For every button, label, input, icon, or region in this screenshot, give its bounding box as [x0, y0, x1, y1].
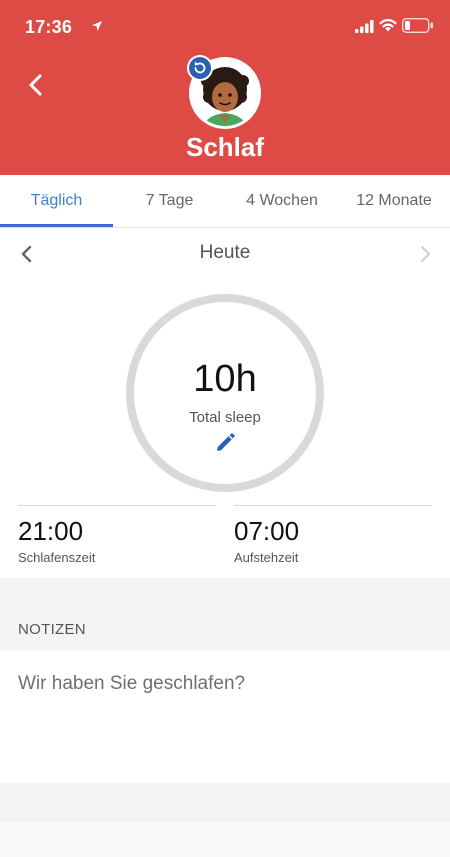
page-title: Schlaf — [185, 132, 265, 162]
sync-icon — [189, 57, 211, 79]
bedtime-stat[interactable]: 21:00 Schlafenszeit — [18, 505, 216, 571]
tab-7-days[interactable]: 7 Tage — [113, 175, 226, 227]
back-chevron-icon[interactable] — [24, 70, 50, 100]
notes-field[interactable]: Wir haben Sie geschlafen? — [0, 651, 450, 783]
wakeup-value: 07:00 — [234, 516, 300, 546]
day-label: Heute — [199, 242, 251, 263]
wifi-icon — [379, 19, 397, 32]
bedtime-label: Schlafenszeit — [18, 550, 96, 565]
app-header: 17:36 Schlaf — [0, 0, 450, 175]
tab-4-weeks[interactable]: 4 Wochen — [226, 175, 338, 227]
status-bar: 17:36 — [0, 0, 450, 52]
day-navigator: Heute — [0, 228, 450, 280]
footer-divider — [0, 822, 450, 857]
notes-heading: NOTIZEN — [18, 621, 86, 638]
total-sleep-value: 10h — [193, 358, 257, 400]
chevron-right-icon[interactable] — [416, 242, 434, 266]
battery-icon — [402, 18, 433, 33]
tab-daily[interactable]: Täglich — [0, 175, 113, 227]
notes-placeholder: Wir haben Sie geschlafen? — [18, 673, 246, 694]
tab-12-months[interactable]: 12 Monate — [338, 175, 450, 227]
total-sleep-label: Total sleep — [189, 409, 261, 426]
bedtime-value: 21:00 — [18, 516, 84, 546]
period-tabs: Täglich 7 Tage 4 Wochen 12 Monate — [0, 175, 450, 228]
sync-badge[interactable] — [187, 55, 213, 81]
location-arrow-icon — [92, 21, 102, 31]
sleep-summary-panel: Heute 10h Total sleep 21:00 Schlafenszei… — [0, 228, 450, 578]
wakeup-label: Aufstehzeit — [234, 550, 299, 565]
signal-icon — [355, 20, 374, 33]
active-tab-indicator — [0, 224, 113, 227]
status-time: 17:36 — [25, 17, 73, 37]
wakeup-stat[interactable]: 07:00 Aufstehzeit — [234, 505, 432, 571]
pencil-edit-icon[interactable] — [214, 432, 236, 454]
